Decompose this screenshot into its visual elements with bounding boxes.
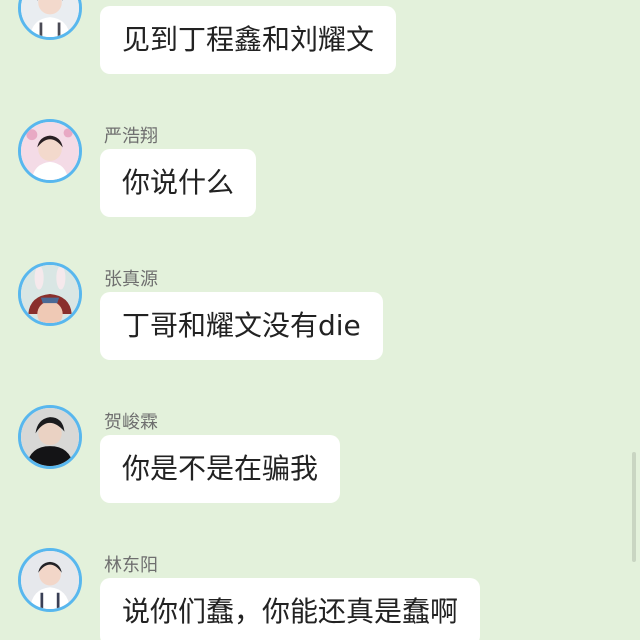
user-avatar-icon [21,551,79,609]
user-avatar-icon [21,265,79,323]
message-bubble[interactable]: 你说什么 [100,149,257,217]
user-avatar-icon [21,408,79,466]
avatar[interactable] [18,0,82,40]
user-avatar-icon [21,122,79,180]
sender-name: 贺峻霖 [104,412,158,433]
avatar[interactable] [18,405,82,469]
chat-area: 见到丁程鑫和刘耀文 严浩翔 你说什么 张真源 丁哥和耀文没有die 贺峻霖 你是… [0,0,640,640]
sender-name: 林东阳 [104,555,158,576]
message-bubble[interactable]: 丁哥和耀文没有die [100,292,383,360]
avatar[interactable] [18,548,82,612]
message-bubble[interactable]: 说你们蠢，你能还真是蠢啊 [100,578,481,640]
scrollbar[interactable] [632,452,636,562]
message-bubble[interactable]: 你是不是在骗我 [100,435,341,503]
sender-name: 张真源 [104,269,158,290]
message-bubble[interactable]: 见到丁程鑫和刘耀文 [100,6,397,74]
avatar[interactable] [18,119,82,183]
sender-name: 严浩翔 [104,126,158,147]
user-avatar-icon [21,0,79,37]
avatar[interactable] [18,262,82,326]
